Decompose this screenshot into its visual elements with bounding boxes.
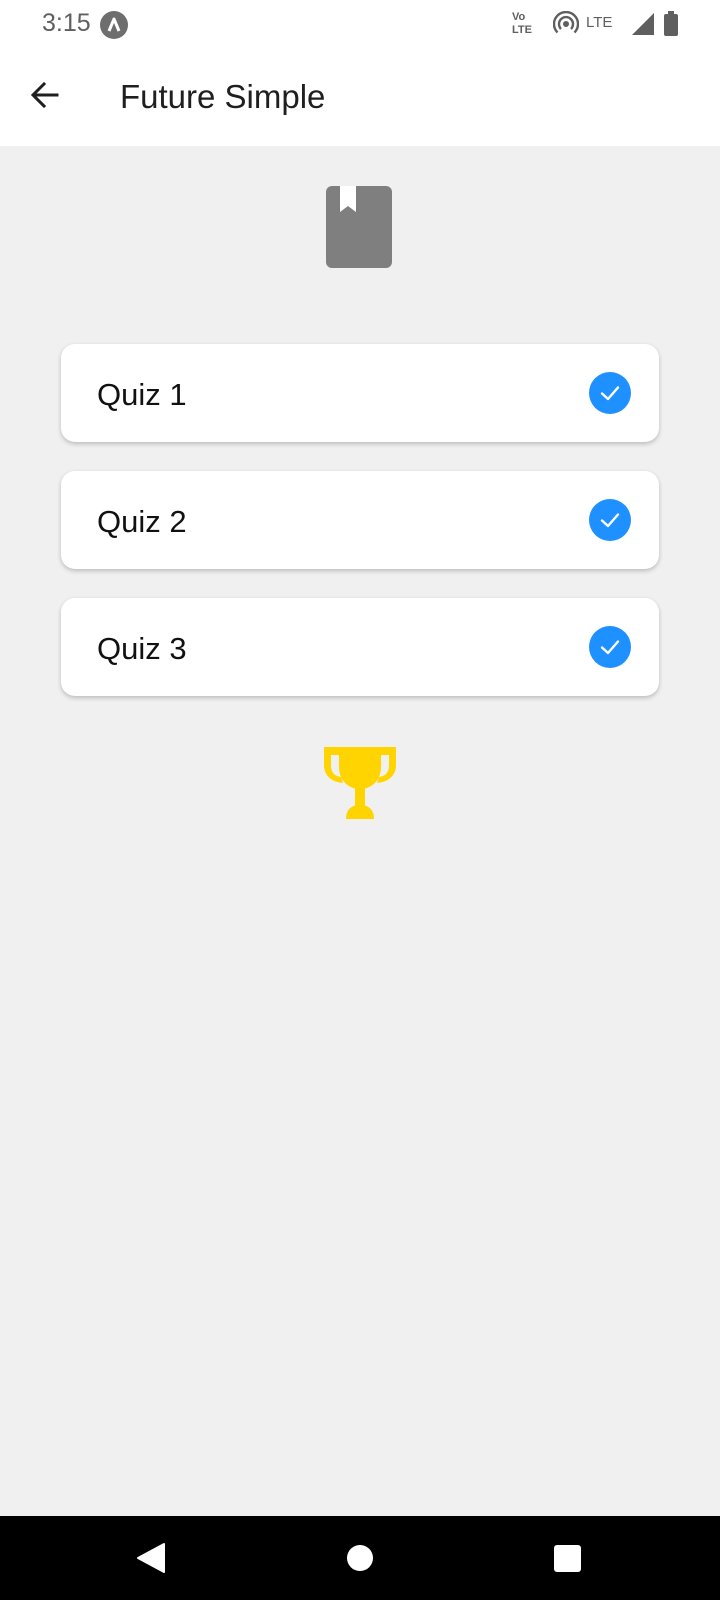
- quiz-label: Quiz 2: [97, 504, 187, 539]
- back-button[interactable]: [16, 73, 74, 121]
- arrow-left-icon: [29, 79, 61, 116]
- nav-recents-icon[interactable]: [554, 1545, 581, 1572]
- status-bar: 3:15 Vo LTE LTE: [0, 0, 720, 48]
- check-circle-icon: [589, 499, 631, 541]
- quiz-card-3[interactable]: Quiz 3: [61, 598, 659, 696]
- app-bar: Future Simple: [0, 48, 720, 146]
- system-nav-bar: [0, 1516, 720, 1600]
- check-circle-icon: [589, 626, 631, 668]
- status-time: 3:15: [42, 9, 91, 37]
- volte-line1: Vo: [512, 11, 526, 23]
- quiz-card-1[interactable]: Quiz 1: [61, 344, 659, 442]
- signal-icon: [630, 11, 656, 42]
- battery-icon: [663, 11, 679, 42]
- quiz-label: Quiz 1: [97, 377, 187, 412]
- quiz-list: Quiz 1 Quiz 2 Quiz 3: [61, 344, 659, 725]
- quiz-card-2[interactable]: Quiz 2: [61, 471, 659, 569]
- app-notification-icon: [100, 11, 128, 39]
- nav-home-icon[interactable]: [347, 1545, 373, 1571]
- trophy-icon: [322, 745, 398, 826]
- network-type-label: LTE: [586, 14, 613, 31]
- nav-back-icon[interactable]: [136, 1542, 166, 1579]
- volte-icon: Vo LTE: [512, 11, 544, 37]
- volte-line2: LTE: [512, 24, 532, 36]
- book-bookmark-icon: [326, 186, 394, 275]
- screen: 3:15 Vo LTE LTE Future Simple Quiz 1 Qui…: [0, 0, 720, 1600]
- quiz-label: Quiz 3: [97, 631, 187, 666]
- page-title: Future Simple: [120, 78, 326, 115]
- hotspot-icon: [552, 10, 580, 42]
- check-circle-icon: [589, 372, 631, 414]
